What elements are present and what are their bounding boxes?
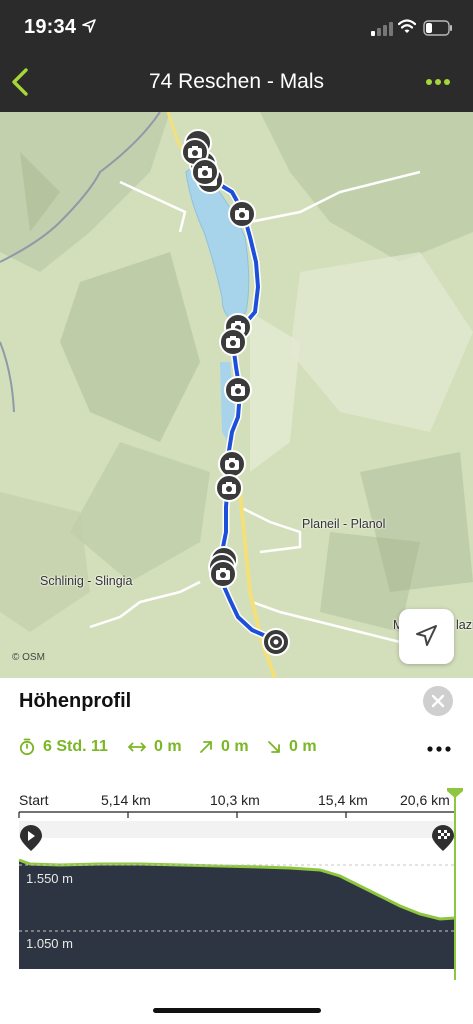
location-arrow-icon <box>82 19 96 33</box>
profile-finish-flag-icon <box>432 825 454 851</box>
map-label-schlinig: Schlinig - Slingia <box>40 574 133 588</box>
top-bar: 19:34 74 Reschen - Mals <box>0 0 473 112</box>
close-icon <box>431 694 445 708</box>
close-button[interactable] <box>423 686 453 716</box>
arrow-down-right-icon <box>268 741 280 753</box>
arrow-up-right-icon <box>200 741 212 753</box>
photo-marker-icon[interactable] <box>208 559 238 589</box>
stat-duration: 6 Std. 11 <box>19 738 108 756</box>
wifi-icon <box>398 19 416 33</box>
page-title: 74 Reschen - Mals <box>148 70 325 93</box>
elevation-sheet: Höhenprofil 6 Std. 11 0 m 0 m 0 m Start … <box>0 678 473 1024</box>
photo-marker-icon[interactable] <box>227 199 257 229</box>
navigation-arrow-icon <box>416 625 437 646</box>
elevation-profile[interactable]: Start 5,14 km 10,3 km 15,4 km 20,6 km 1.… <box>0 788 473 1024</box>
stat-distance: 0 m <box>128 738 182 756</box>
locate-me-button[interactable] <box>399 609 454 664</box>
more-dots-icon <box>427 746 451 752</box>
stat-descent-value: 0 m <box>289 738 317 755</box>
route-stats: 6 Std. 11 0 m 0 m 0 m <box>19 738 459 760</box>
battery-icon <box>423 20 452 36</box>
y-label-upper: 1.550 m <box>26 871 73 886</box>
destination-marker-icon[interactable] <box>261 627 291 657</box>
more-dots-icon <box>426 79 450 85</box>
profile-start-icon <box>20 825 42 851</box>
photo-marker-icon[interactable] <box>218 327 248 357</box>
photo-marker-icon[interactable] <box>214 473 244 503</box>
map-label-mals-right: lazi <box>456 618 473 632</box>
stat-ascent-value: 0 m <box>221 738 249 755</box>
route-map[interactable]: A Planeil - Planol Schlinig - Slingia Ma… <box>0 112 473 678</box>
stats-more-button[interactable] <box>426 742 452 754</box>
stat-ascent: 0 m <box>199 738 249 756</box>
stat-distance-value: 0 m <box>154 738 182 755</box>
chevron-left-icon <box>12 68 28 96</box>
status-time: 19:34 <box>24 16 77 38</box>
more-options-button[interactable] <box>424 70 452 94</box>
map-attribution: © OSM <box>12 652 45 663</box>
back-button[interactable] <box>6 62 36 102</box>
home-indicator <box>153 1008 321 1013</box>
sheet-title: Höhenprofil <box>19 690 132 712</box>
stat-descent: 0 m <box>267 738 317 756</box>
y-label-lower: 1.050 m <box>26 936 73 951</box>
photo-marker-icon[interactable] <box>223 375 253 405</box>
horizontal-arrows-icon <box>128 742 146 752</box>
cellular-signal-icon <box>371 22 393 36</box>
profile-chart <box>18 788 463 980</box>
map-label-planeil: Planeil - Planol <box>302 517 386 531</box>
photo-marker-icon[interactable] <box>190 157 220 187</box>
stopwatch-icon <box>19 738 35 756</box>
stat-duration-value: 6 Std. 11 <box>43 738 108 755</box>
